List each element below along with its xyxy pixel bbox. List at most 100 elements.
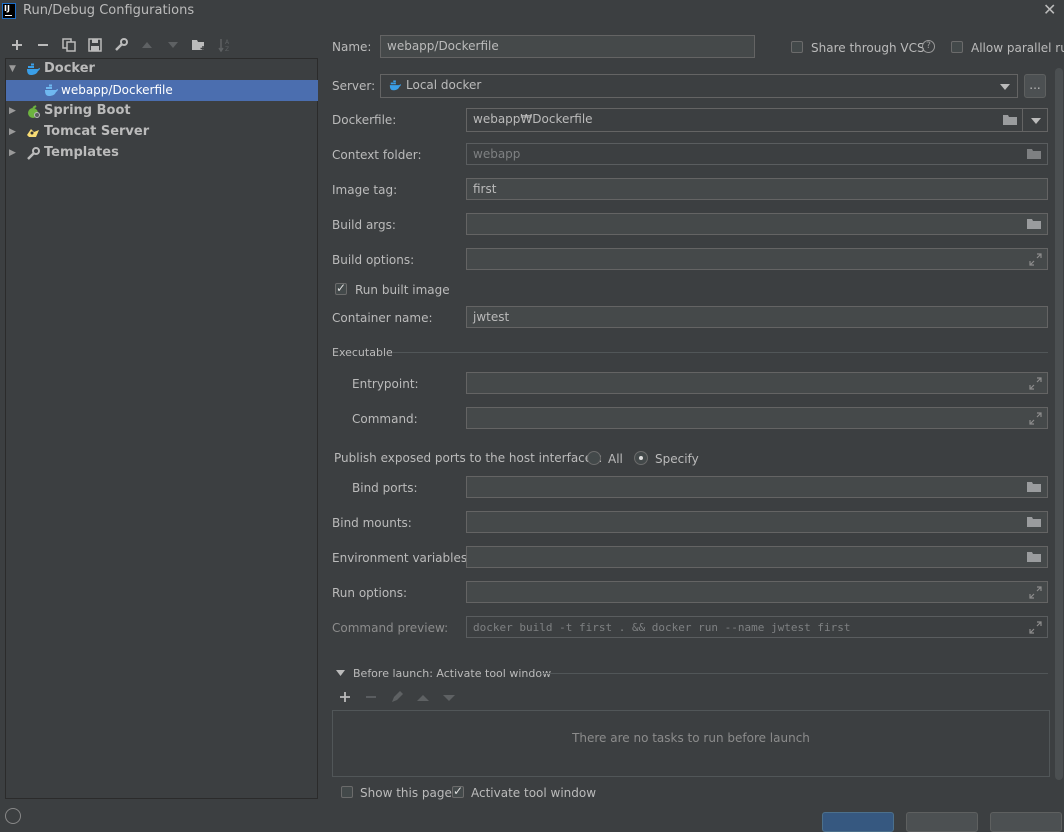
radio-all[interactable]	[587, 451, 601, 465]
command-label: Command:	[352, 412, 418, 426]
radio-specify[interactable]	[634, 451, 648, 465]
move-task-down-icon[interactable]	[442, 692, 456, 702]
show-page-checkbox[interactable]	[341, 786, 353, 798]
expand-icon[interactable]	[1029, 586, 1042, 599]
wrench-icon	[27, 147, 40, 160]
run-built-image-checkbox[interactable]	[335, 281, 347, 295]
spring-boot-icon	[28, 105, 40, 118]
chevron-down-icon[interactable]	[1031, 118, 1041, 124]
expand-icon[interactable]	[1029, 621, 1042, 634]
server-more-button[interactable]: ...	[1024, 74, 1046, 98]
section-divider	[393, 352, 1048, 353]
build-options-field[interactable]	[466, 248, 1048, 270]
before-launch-task-list[interactable]: There are no tasks to run before launch	[332, 710, 1050, 777]
dockerfile-field[interactable]: webapp₩Dockerfile	[466, 108, 1048, 132]
activate-tool-label: Activate tool window	[471, 786, 597, 800]
build-options-label: Build options:	[332, 253, 415, 267]
bind-mounts-field[interactable]	[466, 511, 1048, 533]
folder-icon[interactable]	[1027, 516, 1041, 527]
docker-icon	[45, 84, 58, 96]
docker-icon	[389, 80, 401, 91]
server-dropdown[interactable]: Local docker	[380, 74, 1018, 98]
radio-specify-label: Specify	[655, 452, 699, 466]
tree-item-label: Docker	[44, 61, 95, 76]
build-args-label: Build args:	[332, 218, 396, 232]
cancel-button[interactable]	[906, 812, 978, 832]
expand-icon[interactable]	[1029, 253, 1042, 266]
bind-ports-field[interactable]	[466, 476, 1048, 498]
section-divider	[541, 673, 1048, 674]
move-down-icon[interactable]	[164, 36, 182, 54]
remove-task-icon[interactable]	[364, 690, 378, 704]
name-field[interactable]: webapp/Dockerfile	[380, 35, 755, 58]
add-task-icon[interactable]	[338, 690, 352, 704]
collapse-arrow-icon[interactable]: ▶	[9, 127, 16, 137]
wrench-icon[interactable]	[112, 36, 130, 54]
apply-button[interactable]	[990, 812, 1062, 832]
new-folder-icon[interactable]	[190, 36, 208, 54]
context-folder-label: Context folder:	[332, 148, 422, 162]
image-tag-field[interactable]: first	[466, 178, 1048, 200]
move-up-icon[interactable]	[138, 36, 156, 54]
folder-icon[interactable]	[1027, 148, 1041, 159]
save-icon[interactable]	[86, 36, 104, 54]
empty-tasks-text: There are no tasks to run before launch	[572, 731, 810, 745]
allow-parallel-checkbox[interactable]	[951, 41, 963, 53]
publish-ports-label: Publish exposed ports to the host interf…	[334, 451, 603, 465]
share-vcs-label: Share through VCS	[811, 41, 925, 55]
tree-item-spring-boot[interactable]: ▶ Spring Boot	[6, 101, 318, 122]
tree-item-tomcat-server[interactable]: ▶ Tomcat Server	[6, 122, 318, 143]
scrollbar[interactable]	[1055, 68, 1063, 780]
bind-mounts-label: Bind mounts:	[332, 516, 412, 530]
server-label: Server:	[332, 79, 376, 93]
remove-icon[interactable]	[34, 36, 52, 54]
run-options-field[interactable]	[466, 581, 1048, 603]
tree-item-docker[interactable]: ▼ Docker	[6, 59, 318, 80]
move-task-up-icon[interactable]	[416, 692, 430, 702]
entrypoint-label: Entrypoint:	[352, 377, 419, 391]
share-vcs-checkbox[interactable]	[791, 41, 803, 53]
help-icon[interactable]	[5, 808, 21, 824]
tree-item-label: webapp/Dockerfile	[61, 83, 173, 97]
tree-item-label: Templates	[44, 145, 119, 160]
collapse-arrow-icon[interactable]: ▶	[9, 148, 16, 158]
collapse-arrow-icon[interactable]	[336, 670, 345, 677]
expand-icon[interactable]	[1029, 412, 1042, 425]
entrypoint-field[interactable]	[466, 372, 1048, 394]
ok-button[interactable]	[822, 812, 894, 832]
container-name-field[interactable]: jwtest	[466, 306, 1048, 328]
edit-task-icon[interactable]	[390, 690, 404, 704]
tree-item-templates[interactable]: ▶ Templates	[6, 143, 318, 164]
context-folder-field[interactable]: webapp	[466, 143, 1048, 165]
folder-icon[interactable]	[1027, 551, 1041, 562]
tree-item-webapp-dockerfile[interactable]: webapp/Dockerfile	[6, 80, 318, 101]
help-icon[interactable]: ?	[922, 40, 935, 53]
sort-icon[interactable]: AZ	[216, 36, 234, 54]
folder-icon[interactable]	[1027, 218, 1041, 229]
bind-ports-label: Bind ports:	[352, 481, 418, 495]
folder-icon[interactable]	[1027, 481, 1041, 492]
close-icon[interactable]: ✕	[1043, 0, 1056, 19]
copy-icon[interactable]	[60, 36, 78, 54]
run-options-label: Run options:	[332, 586, 408, 600]
folder-icon[interactable]	[1003, 114, 1017, 125]
dockerfile-label: Dockerfile:	[332, 113, 397, 127]
window-title: Run/Debug Configurations	[23, 3, 195, 18]
collapse-arrow-icon[interactable]: ▶	[9, 106, 16, 116]
env-vars-label: Environment variables:	[332, 551, 472, 565]
expand-arrow-icon[interactable]: ▼	[9, 64, 16, 74]
activate-tool-checkbox[interactable]	[452, 784, 464, 798]
configurations-tree[interactable]: ▼ Docker webapp/Dockerfile ▶ Spring Boot…	[5, 58, 318, 799]
add-icon[interactable]	[8, 36, 26, 54]
tree-item-label: Tomcat Server	[44, 124, 150, 139]
chevron-down-icon	[1000, 84, 1010, 90]
expand-icon[interactable]	[1029, 377, 1042, 390]
command-field[interactable]	[466, 407, 1048, 429]
svg-text:Z: Z	[225, 46, 229, 52]
command-preview-field[interactable]: docker build -t first . && docker run --…	[466, 616, 1048, 638]
build-args-field[interactable]	[466, 213, 1048, 235]
run-built-image-label: Run built image	[355, 283, 450, 297]
container-name-label: Container name:	[332, 311, 433, 325]
name-label: Name:	[332, 40, 372, 54]
env-vars-field[interactable]	[466, 546, 1048, 568]
